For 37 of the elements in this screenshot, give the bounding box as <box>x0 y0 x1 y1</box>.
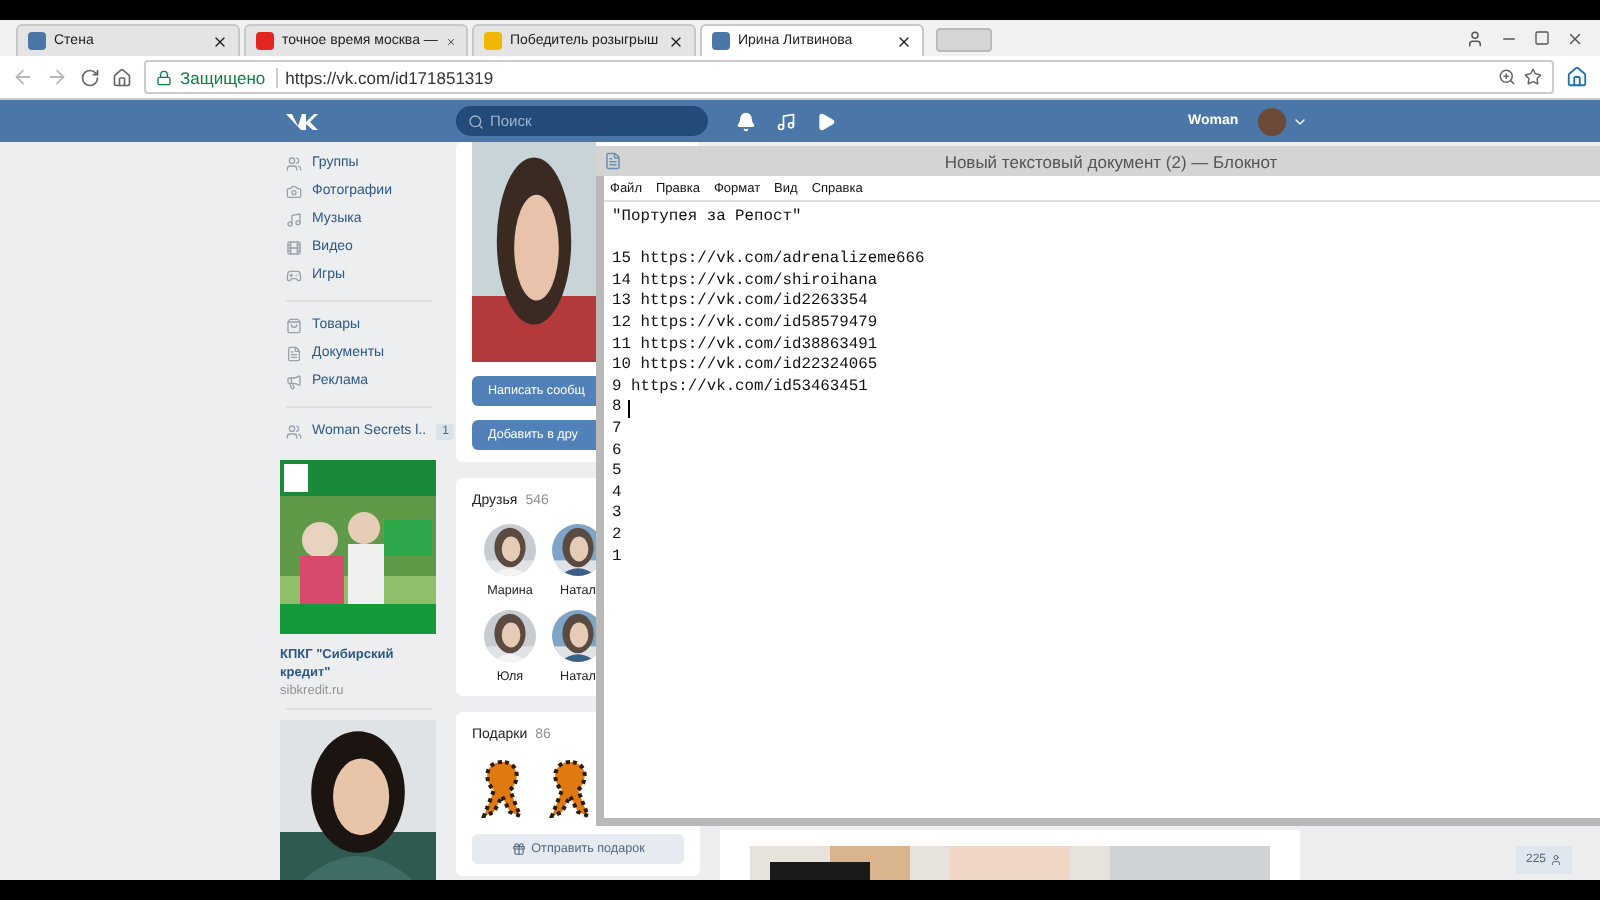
person-icon <box>1550 854 1562 866</box>
close-icon[interactable] <box>445 33 456 49</box>
ribbon-icon <box>548 758 592 818</box>
camera-icon <box>286 183 302 200</box>
music-note-icon <box>286 211 302 228</box>
url-text: https://vk.com/id171851319 <box>285 67 494 87</box>
search-icon <box>468 113 484 129</box>
close-icon[interactable] <box>668 33 684 49</box>
restore-icon[interactable] <box>1534 30 1550 46</box>
avatar <box>1258 107 1287 135</box>
address-bar[interactable]: Защищено https://vk.com/id171851319 <box>144 60 1554 94</box>
notepad-icon <box>604 152 622 170</box>
gift-icon <box>511 842 526 856</box>
megaphone-icon <box>286 373 302 390</box>
zoom-icon[interactable] <box>1498 68 1516 86</box>
secure-label: Защищено <box>180 67 278 87</box>
lock-icon <box>156 69 172 85</box>
music-note-icon[interactable] <box>776 111 796 131</box>
people-icon <box>286 423 302 440</box>
home-icon[interactable] <box>112 67 132 87</box>
extension-icon[interactable] <box>1566 66 1588 88</box>
play-icon[interactable] <box>816 111 836 131</box>
people-icon <box>286 155 302 172</box>
gamepad-icon <box>286 267 302 284</box>
window-title: Новый текстовый документ (2) — Блокнот <box>942 151 1280 171</box>
close-icon[interactable] <box>1566 29 1584 47</box>
logo-icon[interactable] <box>284 111 320 131</box>
film-icon <box>286 239 302 256</box>
document-icon <box>286 345 302 362</box>
reload-icon[interactable] <box>80 67 100 87</box>
close-icon[interactable] <box>212 33 228 49</box>
bell-icon[interactable] <box>736 111 756 131</box>
close-icon[interactable] <box>896 33 912 49</box>
star-icon[interactable] <box>1524 68 1542 86</box>
bag-icon <box>286 317 302 334</box>
profile-icon[interactable] <box>1466 29 1484 47</box>
ribbon-icon <box>480 758 524 818</box>
